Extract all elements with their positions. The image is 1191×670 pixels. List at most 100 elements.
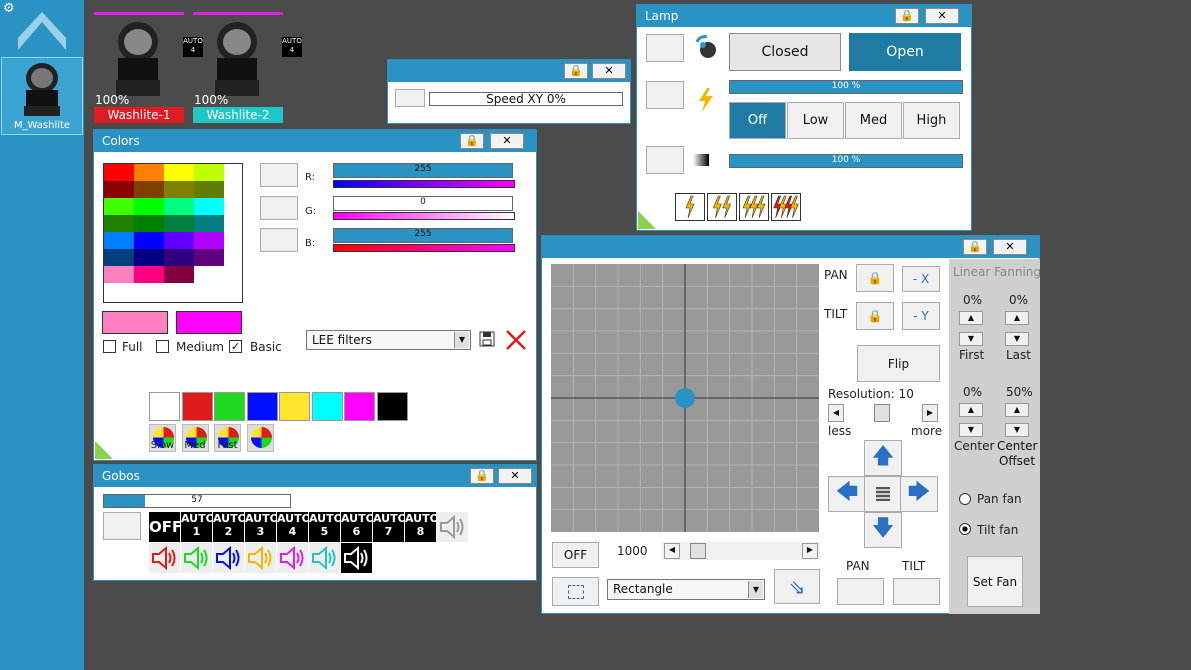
strobe-high-button[interactable]: High — [903, 102, 960, 139]
position-scrollbar[interactable]: ◀ ▶ — [662, 542, 820, 560]
lock-icon[interactable]: 🔒 — [460, 133, 484, 149]
lock-icon[interactable]: 🔒 — [470, 468, 494, 484]
color-cell[interactable] — [194, 266, 224, 283]
gobo-item[interactable]: AUTO 4 — [277, 512, 311, 542]
preset-color-swatch[interactable] — [214, 392, 245, 421]
color-cell[interactable] — [104, 232, 134, 249]
preset-color-swatch[interactable] — [279, 392, 310, 421]
red-gradient[interactable] — [333, 180, 515, 188]
sidebar-fixture-item[interactable]: M_Washlite — [1, 57, 83, 135]
color-grid[interactable] — [103, 163, 243, 303]
shutter-button[interactable] — [646, 34, 684, 62]
off-button[interactable]: OFF — [552, 542, 599, 568]
color-cell[interactable] — [134, 215, 164, 232]
tilt-lock-button[interactable]: 🔒 — [856, 302, 894, 330]
current-color-swatch[interactable] — [176, 311, 242, 334]
preset-color-swatch[interactable] — [246, 392, 278, 421]
preset-color-swatch[interactable] — [311, 392, 343, 421]
speaker-icon[interactable] — [181, 543, 212, 573]
strobe-med-button[interactable]: Med — [845, 102, 902, 139]
dimmer-button[interactable] — [646, 146, 684, 174]
move-up-button[interactable]: 🡅 — [864, 440, 902, 476]
scroll-right-button[interactable]: ▶ — [802, 543, 818, 559]
speaker-icon[interactable] — [437, 512, 468, 542]
scroll-thumb[interactable] — [690, 543, 706, 559]
resolution-less-button[interactable]: ◀ — [828, 404, 844, 422]
set-fan-button[interactable]: Set Fan — [967, 556, 1023, 607]
move-left-button[interactable]: 🡄 — [828, 476, 866, 512]
speaker-icon[interactable] — [341, 543, 372, 573]
full-checkbox[interactable] — [103, 340, 116, 353]
lock-icon[interactable]: 🔒 — [564, 63, 588, 79]
save-icon[interactable] — [479, 331, 495, 347]
color-cycle-button[interactable] — [246, 424, 274, 452]
strobe-preset-button[interactable] — [739, 193, 769, 221]
tilt-fan-radio[interactable] — [959, 523, 971, 535]
offset-up-button[interactable]: ▲ — [1005, 403, 1029, 417]
speed-button[interactable] — [395, 89, 425, 107]
fixture-tile-1[interactable]: AUTO 4 100% Washlite-1 — [94, 12, 203, 124]
center-up-button[interactable]: ▲ — [959, 403, 983, 417]
close-button[interactable]: ✕ — [993, 239, 1027, 255]
gobo-item[interactable]: AUTO 7 — [373, 512, 407, 542]
gobo-item[interactable]: AUTO 5 — [309, 512, 343, 542]
lamp-window-titlebar[interactable]: Lamp — [637, 5, 971, 27]
close-button[interactable]: ✕ — [490, 133, 524, 149]
gobo-item[interactable]: AUTO 8 — [405, 512, 439, 542]
first-down-button[interactable]: ▼ — [959, 332, 983, 346]
invert-x-button[interactable]: - X — [902, 266, 940, 292]
preset-color-swatch[interactable] — [376, 392, 408, 421]
color-cell[interactable] — [164, 198, 194, 215]
fixture-tile-2[interactable]: AUTO 4 100% Washlite-2 — [193, 12, 302, 124]
offset-down-button[interactable]: ▼ — [1005, 423, 1029, 437]
blue-gradient[interactable] — [333, 244, 515, 252]
close-button[interactable]: ✕ — [925, 8, 959, 24]
red-value-bar[interactable]: 255 — [333, 163, 513, 178]
speaker-icon[interactable] — [277, 543, 308, 573]
preset-color-swatch[interactable] — [181, 392, 213, 421]
strobe-preset-button[interactable] — [675, 193, 705, 221]
swap-direction-button[interactable]: ⇘ — [774, 569, 820, 604]
gobo-item[interactable]: AUTO 2 — [213, 512, 247, 542]
color-cell[interactable] — [194, 215, 224, 232]
color-cell[interactable] — [104, 181, 134, 198]
resize-grip[interactable] — [95, 441, 113, 459]
color-cell[interactable] — [134, 181, 164, 198]
up-arrow-icon[interactable] — [14, 10, 70, 54]
lock-icon[interactable]: 🔒 — [895, 8, 919, 24]
xy-pad[interactable] — [551, 264, 819, 532]
speaker-icon[interactable] — [213, 543, 244, 573]
filter-select[interactable]: LEE filters ▼ — [306, 330, 471, 350]
gobo-item[interactable]: AUTO 3 — [245, 512, 279, 542]
color-cell[interactable] — [104, 249, 134, 266]
gobo-item[interactable]: AUTO 6 — [341, 512, 375, 542]
color-cycle-button[interactable]: Fast — [214, 424, 241, 452]
color-cell[interactable] — [164, 181, 194, 198]
center-button[interactable] — [864, 476, 902, 512]
speaker-icon[interactable] — [309, 543, 340, 573]
last-up-button[interactable]: ▲ — [1005, 311, 1029, 325]
resolution-thumb[interactable] — [874, 404, 890, 422]
green-value-bar[interactable]: 0 — [333, 196, 513, 211]
open-button[interactable]: Open — [849, 33, 961, 71]
blue-value-bar[interactable]: 255 — [333, 228, 513, 243]
strobe-low-button[interactable]: Low — [787, 102, 844, 139]
color-cell[interactable] — [134, 266, 164, 283]
pan-lock-button[interactable]: 🔒 — [856, 264, 894, 292]
resolution-more-button[interactable]: ▶ — [922, 404, 938, 422]
gobo-item[interactable]: OFF — [149, 512, 182, 542]
color-cell[interactable] — [104, 164, 134, 181]
first-up-button[interactable]: ▲ — [959, 311, 983, 325]
lock-icon[interactable]: 🔒 — [963, 239, 987, 255]
preset-color-swatch[interactable] — [149, 392, 180, 421]
color-cell[interactable] — [134, 249, 164, 266]
color-cell[interactable] — [104, 198, 134, 215]
color-cycle-button[interactable]: Med — [181, 424, 209, 452]
dimmer-bar[interactable]: 100 % — [729, 154, 963, 168]
close-button[interactable]: ✕ — [592, 63, 626, 79]
tilt-value-button[interactable] — [893, 578, 940, 605]
center-down-button[interactable]: ▼ — [959, 423, 983, 437]
speed-xy-bar[interactable]: Speed XY 0% — [429, 92, 623, 106]
color-cell[interactable] — [164, 232, 194, 249]
strobe-bar[interactable]: 100 % — [729, 80, 963, 94]
